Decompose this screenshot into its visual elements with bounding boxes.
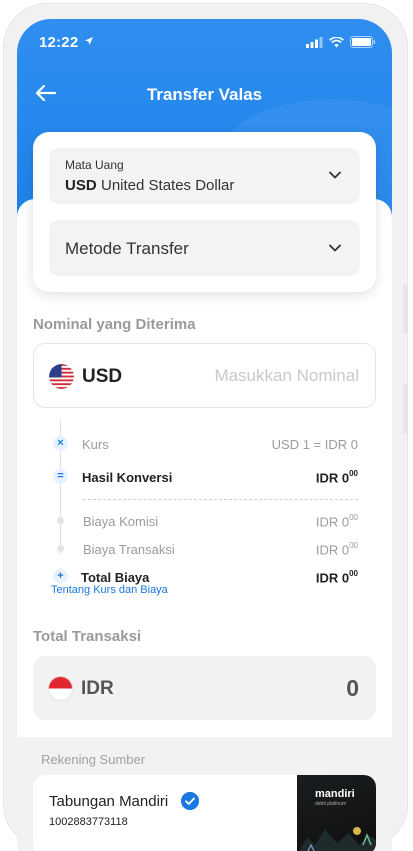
currency-select[interactable]: Mata Uang USD United States Dollar [49, 148, 360, 204]
source-account-card[interactable]: Tabungan Mandiri 1002883773118 mandiri d… [33, 775, 376, 851]
volume-down-button [403, 384, 407, 434]
currency-name: United States Dollar [101, 177, 235, 194]
received-currency-code: USD [82, 366, 123, 387]
card-type-text: debit platinum [315, 801, 347, 807]
account-name: Tabungan Mandiri [49, 793, 169, 810]
card-pattern [299, 827, 376, 851]
biaya-transaksi-label: Biaya Transaksi [83, 542, 175, 557]
biaya-komisi-row: Biaya Komisi IDR 000 [33, 511, 376, 531]
battery-icon [350, 36, 376, 48]
location-arrow-icon [85, 37, 93, 45]
app-screen: 12:22 Transfer Valas Mata Uang USD Unite… [17, 19, 392, 851]
status-bar: 12:22 [17, 19, 392, 63]
status-icons [306, 36, 376, 48]
currency-code: USD [65, 177, 97, 194]
total-biaya-label: Total Biaya [81, 570, 150, 585]
amount-input[interactable] [169, 363, 359, 389]
received-amount-box: USD [33, 343, 376, 408]
timeline-dot [57, 545, 64, 552]
total-biaya-value: IDR 000 [315, 569, 358, 586]
kurs-row: × Kurs USD 1 = IDR 0 [33, 434, 376, 454]
wifi-icon [329, 36, 344, 47]
kurs-value: USD 1 = IDR 0 [271, 437, 358, 452]
cost-breakdown: × Kurs USD 1 = IDR 0 = Hasil Konversi ID… [33, 414, 376, 586]
id-flag-icon [48, 676, 73, 701]
hasil-konversi-row: = Hasil Konversi IDR 000 [33, 467, 376, 487]
status-time: 12:22 [39, 34, 79, 51]
us-flag-icon [49, 364, 74, 389]
currency-select-label: Mata Uang [65, 158, 124, 172]
timeline-dot [57, 517, 64, 524]
rates-fees-info-link[interactable]: Tentang Kurs dan Biaya [51, 584, 168, 596]
account-number: 1002883773118 [49, 816, 128, 828]
chevron-down-icon [329, 171, 341, 179]
card-brand-logo: mandiri [315, 788, 355, 800]
hasil-konversi-label: Hasil Konversi [82, 470, 173, 485]
biaya-komisi-value: IDR 000 [315, 513, 358, 530]
hasil-konversi-value: IDR 000 [315, 469, 358, 486]
total-currency-code: IDR [81, 678, 114, 699]
plus-icon: + [53, 569, 68, 584]
debit-card-image: mandiri debit platinum [297, 775, 376, 851]
transfer-method-placeholder: Metode Transfer [65, 239, 189, 258]
received-amount-label: Nominal yang Diterima [33, 316, 196, 333]
chevron-down-icon [329, 244, 341, 252]
biaya-komisi-label: Biaya Komisi [83, 514, 159, 529]
biaya-transaksi-row: Biaya Transaksi IDR 000 [33, 539, 376, 559]
divider [83, 499, 358, 500]
source-account-section: Rekening Sumber Tabungan Mandiri 1002883… [17, 737, 392, 851]
biaya-transaksi-value: IDR 000 [315, 541, 358, 558]
page-title: Transfer Valas [146, 85, 263, 104]
verified-check-icon [181, 792, 199, 810]
transfer-method-select[interactable]: Metode Transfer [49, 220, 360, 276]
signal-icon [306, 36, 323, 48]
volume-up-button [403, 284, 407, 334]
source-account-label: Rekening Sumber [41, 752, 146, 767]
times-icon: × [53, 436, 68, 451]
total-transaction-box: IDR 0 [33, 656, 376, 720]
total-transaction-label: Total Transaksi [33, 628, 142, 645]
equals-icon: = [53, 469, 68, 484]
total-transaction-value: 0 [346, 675, 359, 701]
transfer-options-card: Mata Uang USD United States Dollar Metod… [33, 132, 376, 292]
kurs-label: Kurs [82, 437, 109, 452]
